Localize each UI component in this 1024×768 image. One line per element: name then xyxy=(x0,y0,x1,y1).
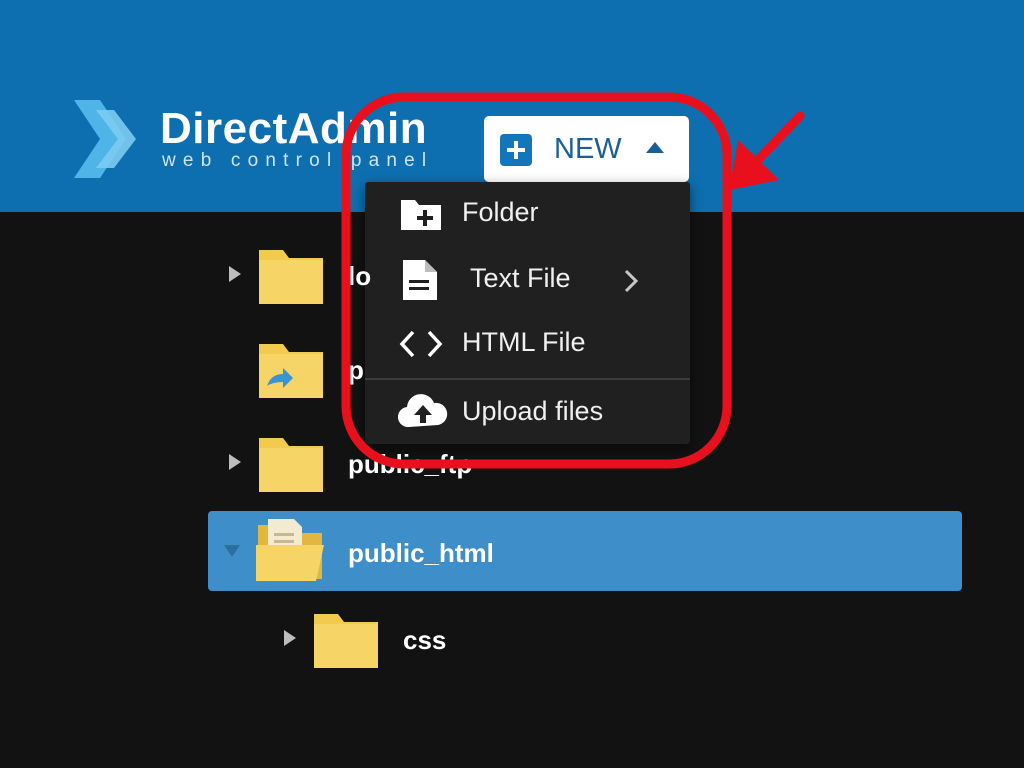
new-button-label: NEW xyxy=(554,133,622,165)
logo-title: DirectAdmin xyxy=(160,104,428,153)
tree-row-css[interactable]: css xyxy=(275,598,960,678)
expand-arrow-icon[interactable] xyxy=(284,630,296,646)
file-tree: lo p public_ftp public_html css xyxy=(0,212,1024,768)
tree-row-label: lo xyxy=(348,261,372,291)
collapse-arrow-icon[interactable] xyxy=(224,545,240,557)
header-bar: DirectAdmin web control panel NEW xyxy=(0,0,1024,212)
new-button[interactable]: NEW xyxy=(484,116,689,182)
caret-up-icon xyxy=(646,142,664,153)
folder-icon xyxy=(259,250,323,304)
directadmin-logo-icon xyxy=(74,100,136,178)
tree-row-label: p xyxy=(348,355,364,385)
plus-icon xyxy=(500,134,532,166)
tree-row-label: public_ftp xyxy=(348,449,473,479)
tree-row-lo[interactable]: lo xyxy=(220,234,960,314)
open-folder-icon xyxy=(256,519,324,581)
shortcut-folder-icon xyxy=(259,344,323,398)
tree-row-public-ftp[interactable]: public_ftp xyxy=(220,422,960,502)
expand-arrow-icon[interactable] xyxy=(229,266,241,282)
folder-icon xyxy=(314,614,378,668)
folder-icon xyxy=(259,438,323,492)
tree-row-p[interactable]: p xyxy=(220,328,960,408)
tree-row-public-html[interactable]: public_html xyxy=(208,511,962,591)
tree-row-label: css xyxy=(403,625,447,655)
tree-row-label: public_html xyxy=(348,538,494,568)
expand-arrow-icon[interactable] xyxy=(229,454,241,470)
logo-subtitle: web control panel xyxy=(162,150,434,171)
